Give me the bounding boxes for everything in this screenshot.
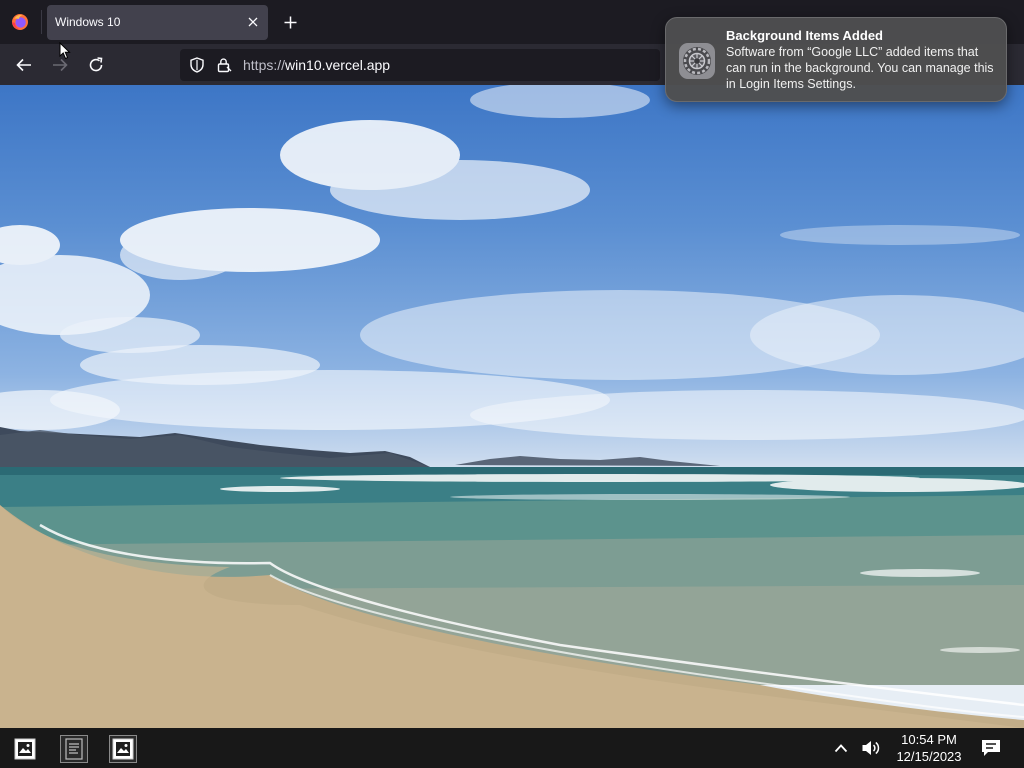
clock-time: 10:54 PM — [901, 732, 957, 747]
close-icon[interactable] — [244, 13, 262, 31]
taskbar-app-image[interactable] — [11, 735, 39, 763]
wallpaper-beach-image — [0, 85, 1024, 728]
firefox-icon[interactable] — [11, 13, 29, 31]
clock-date: 12/15/2023 — [896, 749, 962, 764]
chevron-up-icon[interactable] — [831, 738, 851, 758]
plus-icon[interactable] — [279, 11, 301, 33]
taskbar-app-document[interactable] — [60, 735, 88, 763]
notification-body: Software from “Google LLC” added items t… — [726, 45, 994, 91]
tab-separator — [41, 10, 42, 34]
tab-title: Windows 10 — [55, 15, 121, 29]
tab-windows-10[interactable]: Windows 10 — [47, 5, 268, 40]
taskbar-app-image-active[interactable] — [109, 735, 137, 763]
system-clock[interactable]: 10:54 PM 12/15/2023 — [887, 731, 971, 765]
notification-center-icon[interactable] — [979, 737, 1003, 759]
desktop-wallpaper[interactable] — [0, 85, 1024, 728]
lock-icon[interactable] — [216, 57, 232, 73]
taskbar: 10:54 PM 12/15/2023 — [0, 728, 1024, 768]
document-file-icon — [65, 738, 83, 760]
gear-icon — [679, 43, 715, 79]
image-file-icon — [112, 738, 134, 760]
url-scheme: https:// — [243, 57, 286, 73]
url-text[interactable]: https://win10.vercel.app — [243, 57, 390, 73]
volume-icon[interactable] — [861, 738, 881, 758]
mouse-cursor-icon — [59, 42, 71, 60]
back-arrow-icon[interactable] — [12, 53, 36, 77]
url-host: win10.vercel.app — [285, 57, 391, 73]
image-file-icon — [14, 738, 36, 760]
shield-icon[interactable] — [189, 57, 205, 73]
notification-title: Background Items Added — [726, 28, 883, 43]
notification-toast[interactable]: Background Items Added Software from “Go… — [665, 17, 1007, 102]
url-bar[interactable]: https://win10.vercel.app — [180, 49, 660, 81]
reload-icon[interactable] — [84, 53, 108, 77]
